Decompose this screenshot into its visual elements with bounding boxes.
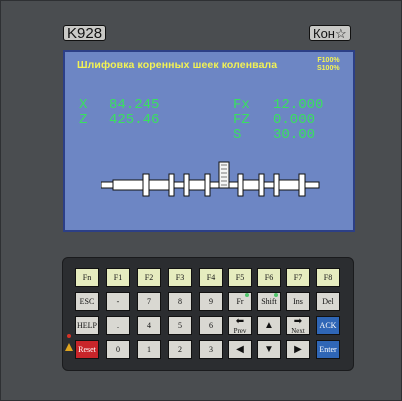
digit-7-key[interactable]: 7	[137, 292, 161, 311]
digit-6-key[interactable]: 6	[199, 316, 223, 335]
down-arrow-key[interactable]: ▼	[257, 340, 281, 359]
arrow-left-bar-icon: ⬅	[235, 315, 245, 327]
prev-key[interactable]: ⬅ Prev	[228, 316, 252, 335]
digit-5-key[interactable]: 5	[168, 316, 192, 335]
brand-logo: Кон☆	[309, 25, 351, 41]
help-key[interactable]: HELP	[75, 316, 99, 335]
arrow-left-icon: ◀	[236, 343, 244, 355]
param-fz-value: 0.000	[273, 112, 316, 128]
axis-z-value: 425.46	[109, 112, 160, 128]
param-s-label: S	[233, 127, 242, 143]
program-title: Шлифовка коренных шеек коленвала	[77, 59, 278, 71]
f4-key[interactable]: F4	[199, 268, 223, 287]
fr-led-indicator	[245, 293, 249, 297]
digit-2-key[interactable]: 2	[168, 340, 192, 359]
digit-3-key[interactable]: 3	[199, 340, 223, 359]
feed-override: F100%	[317, 57, 340, 64]
minus-key[interactable]: -	[106, 292, 130, 311]
f8-key[interactable]: F8	[316, 268, 340, 287]
override-indicators: F100% S100%	[317, 57, 340, 73]
spindle-override: S100%	[317, 65, 340, 72]
f3-key[interactable]: F3	[168, 268, 192, 287]
param-fx-label: Fx	[233, 97, 250, 113]
fn-key[interactable]: Fn	[75, 268, 99, 287]
param-fz-label: FZ	[233, 112, 250, 128]
axis-z-label: Z	[79, 112, 88, 128]
right-arrow-key[interactable]: ▶	[286, 340, 310, 359]
digit-0-key[interactable]: 0	[106, 340, 130, 359]
f6-key[interactable]: F6	[257, 268, 281, 287]
arrow-down-icon: ▼	[264, 343, 274, 355]
f5-key[interactable]: F5	[228, 268, 252, 287]
display-screen: Шлифовка коренных шеек коленвала F100% S…	[63, 50, 355, 232]
model-label: K928	[63, 25, 107, 42]
digit-9-key[interactable]: 9	[199, 292, 223, 311]
arrow-right-bar-icon: ➡	[293, 315, 303, 327]
warning-triangle-icon	[65, 343, 73, 351]
prev-key-label: Prev	[233, 326, 247, 335]
left-arrow-key[interactable]: ◀	[228, 340, 252, 359]
ack-key[interactable]: ACK	[316, 316, 340, 335]
param-fx-value: 12.000	[273, 97, 324, 113]
digit-1-key[interactable]: 1	[137, 340, 161, 359]
dot-key[interactable]: .	[106, 316, 130, 335]
esc-key[interactable]: ESC	[75, 292, 99, 311]
shift-led-indicator	[274, 293, 278, 297]
next-key-label: Next	[291, 326, 305, 335]
reset-led-indicator	[67, 334, 71, 338]
ins-key[interactable]: Ins	[286, 292, 310, 311]
crankshaft-graphic	[101, 161, 320, 197]
keypad: Fn F1 F2 F3 F4 F5 F6 F7 F8 ESC - 7 8 9 F…	[62, 257, 354, 371]
next-key[interactable]: ➡ Next	[286, 316, 310, 335]
axis-x-value: 84.245	[109, 97, 160, 113]
f2-key[interactable]: F2	[137, 268, 161, 287]
arrow-up-icon: ▲	[264, 319, 274, 331]
f7-key[interactable]: F7	[286, 268, 310, 287]
arrow-right-icon: ▶	[294, 343, 302, 355]
digit-4-key[interactable]: 4	[137, 316, 161, 335]
reset-key[interactable]: Reset	[75, 340, 99, 359]
digit-8-key[interactable]: 8	[168, 292, 192, 311]
control-panel: K928 Кон☆ Шлифовка коренных шеек коленва…	[0, 0, 402, 401]
f1-key[interactable]: F1	[106, 268, 130, 287]
axis-x-label: X	[79, 97, 88, 113]
enter-key[interactable]: Enter	[316, 340, 340, 359]
param-s-value: 30.00	[273, 127, 316, 143]
del-key[interactable]: Del	[316, 292, 340, 311]
up-arrow-key[interactable]: ▲	[257, 316, 281, 335]
